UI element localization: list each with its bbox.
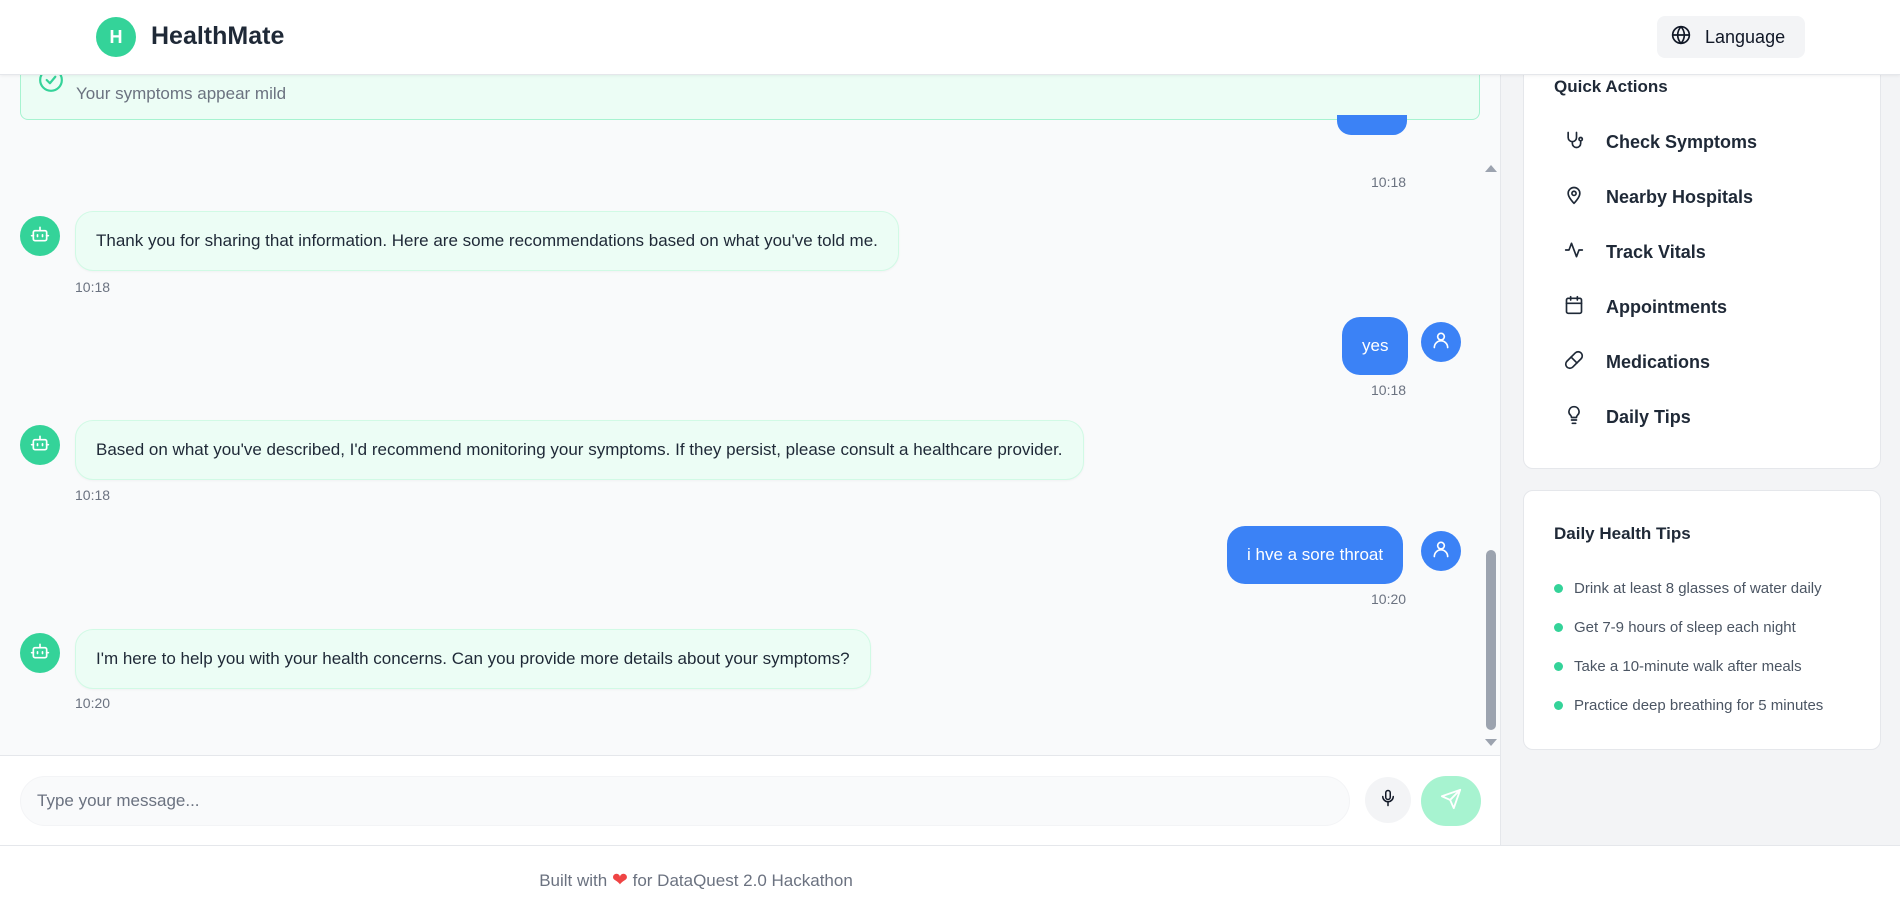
quick-action-label: Check Symptoms bbox=[1606, 131, 1758, 152]
daily-health-tips-card: Daily Health Tips Drink at least 8 glass… bbox=[1523, 490, 1881, 750]
send-icon bbox=[1440, 788, 1462, 815]
footer: Built with ❤ for DataQuest 2.0 Hackathon bbox=[0, 845, 1900, 908]
chat-scrollbar-thumb[interactable] bbox=[1486, 550, 1496, 730]
map-pin-icon bbox=[1564, 185, 1584, 210]
tip-item: Drink at least 8 glasses of water daily bbox=[1554, 580, 1822, 597]
quick-action-nearby-hospitals[interactable]: Nearby Hospitals bbox=[1564, 177, 1753, 217]
right-sidebar: Quick Actions Check Symptoms Nearby Hosp… bbox=[1500, 65, 1900, 845]
user-avatar bbox=[1421, 322, 1461, 362]
tip-item: Practice deep breathing for 5 minutes bbox=[1554, 697, 1823, 714]
check-circle-icon bbox=[38, 75, 64, 98]
calendar-icon bbox=[1564, 295, 1584, 320]
alert-text: Your symptoms appear mild bbox=[76, 84, 287, 103]
bot-message-bubble: I'm here to help you with your health co… bbox=[75, 629, 871, 689]
language-button[interactable]: Language bbox=[1657, 16, 1805, 58]
quick-action-label: Appointments bbox=[1606, 296, 1727, 317]
message-time: 10:18 bbox=[75, 487, 111, 503]
user-message-bubble: yes bbox=[1342, 317, 1409, 375]
app-title: HealthMate bbox=[151, 22, 285, 50]
quick-actions-title: Quick Actions bbox=[1554, 77, 1668, 96]
app-header: H HealthMate Language bbox=[0, 0, 1900, 75]
message-input[interactable] bbox=[20, 776, 1350, 826]
bot-avatar bbox=[20, 633, 60, 673]
bot-icon bbox=[30, 641, 50, 666]
quick-action-label: Daily Tips bbox=[1606, 406, 1691, 427]
quick-actions-card: Quick Actions Check Symptoms Nearby Hosp… bbox=[1523, 65, 1881, 469]
message-time: 10:20 bbox=[1371, 591, 1407, 607]
bot-message-bubble: Thank you for sharing that information. … bbox=[75, 211, 899, 271]
quick-action-medications[interactable]: Medications bbox=[1564, 342, 1710, 382]
scroll-down-arrow[interactable] bbox=[1485, 739, 1497, 746]
tip-text: Practice deep breathing for 5 minutes bbox=[1574, 697, 1824, 714]
quick-action-daily-tips[interactable]: Daily Tips bbox=[1564, 397, 1691, 437]
pill-icon bbox=[1564, 350, 1584, 375]
bot-avatar bbox=[20, 425, 60, 465]
message-time: 10:18 bbox=[1371, 382, 1407, 398]
severity-alert: Your symptoms appear mild bbox=[20, 75, 1480, 120]
quick-action-label: Nearby Hospitals bbox=[1606, 186, 1754, 207]
scroll-up-arrow[interactable] bbox=[1485, 165, 1497, 172]
user-icon bbox=[1431, 539, 1451, 564]
bot-icon bbox=[30, 224, 50, 249]
tip-item: Take a 10-minute walk after meals bbox=[1554, 658, 1802, 675]
bullet-dot-icon bbox=[1554, 701, 1563, 710]
daily-tips-title: Daily Health Tips bbox=[1554, 524, 1691, 543]
globe-icon bbox=[1671, 25, 1691, 50]
tip-text: Get 7-9 hours of sleep each night bbox=[1574, 619, 1796, 636]
footer-prefix: Built with bbox=[539, 871, 608, 890]
tip-item: Get 7-9 hours of sleep each night bbox=[1554, 619, 1796, 636]
send-button[interactable] bbox=[1421, 776, 1481, 826]
quick-action-label: Medications bbox=[1606, 351, 1711, 372]
footer-suffix: for DataQuest 2.0 Hackathon bbox=[632, 871, 853, 890]
message-input-bar bbox=[0, 755, 1500, 845]
quick-action-check-symptoms[interactable]: Check Symptoms bbox=[1564, 122, 1757, 162]
bullet-dot-icon bbox=[1554, 623, 1563, 632]
lightbulb-icon bbox=[1564, 405, 1584, 430]
message-time: 10:18 bbox=[75, 279, 111, 295]
bullet-dot-icon bbox=[1554, 662, 1563, 671]
bot-avatar bbox=[20, 216, 60, 256]
tip-text: Take a 10-minute walk after meals bbox=[1574, 658, 1802, 675]
user-message-bubble: i hve a sore throat bbox=[1227, 526, 1404, 584]
language-label: Language bbox=[1705, 26, 1786, 47]
footer-text: Built with ❤ for DataQuest 2.0 Hackathon bbox=[0, 869, 1392, 892]
user-icon bbox=[1431, 330, 1451, 355]
message-time: 10:18 bbox=[1371, 174, 1407, 190]
bot-icon bbox=[30, 433, 50, 458]
chat-panel: Your symptoms appear mild 10:18 Thank yo… bbox=[0, 75, 1500, 755]
logo-badge: H bbox=[96, 17, 136, 57]
microphone-icon bbox=[1379, 789, 1397, 812]
heart-icon: ❤ bbox=[611, 870, 628, 891]
stethoscope-icon bbox=[1564, 130, 1584, 155]
quick-action-label: Track Vitals bbox=[1606, 241, 1706, 262]
user-avatar bbox=[1421, 531, 1461, 571]
quick-action-appointments[interactable]: Appointments bbox=[1564, 287, 1727, 327]
bot-message-bubble: Based on what you've described, I'd reco… bbox=[75, 420, 1084, 480]
activity-icon bbox=[1564, 240, 1584, 265]
quick-action-track-vitals[interactable]: Track Vitals bbox=[1564, 232, 1706, 272]
bullet-dot-icon bbox=[1554, 584, 1563, 593]
microphone-button[interactable] bbox=[1365, 777, 1411, 823]
message-time: 10:20 bbox=[75, 695, 111, 711]
tip-text: Drink at least 8 glasses of water daily bbox=[1574, 580, 1822, 597]
user-message-bubble bbox=[1337, 115, 1407, 135]
